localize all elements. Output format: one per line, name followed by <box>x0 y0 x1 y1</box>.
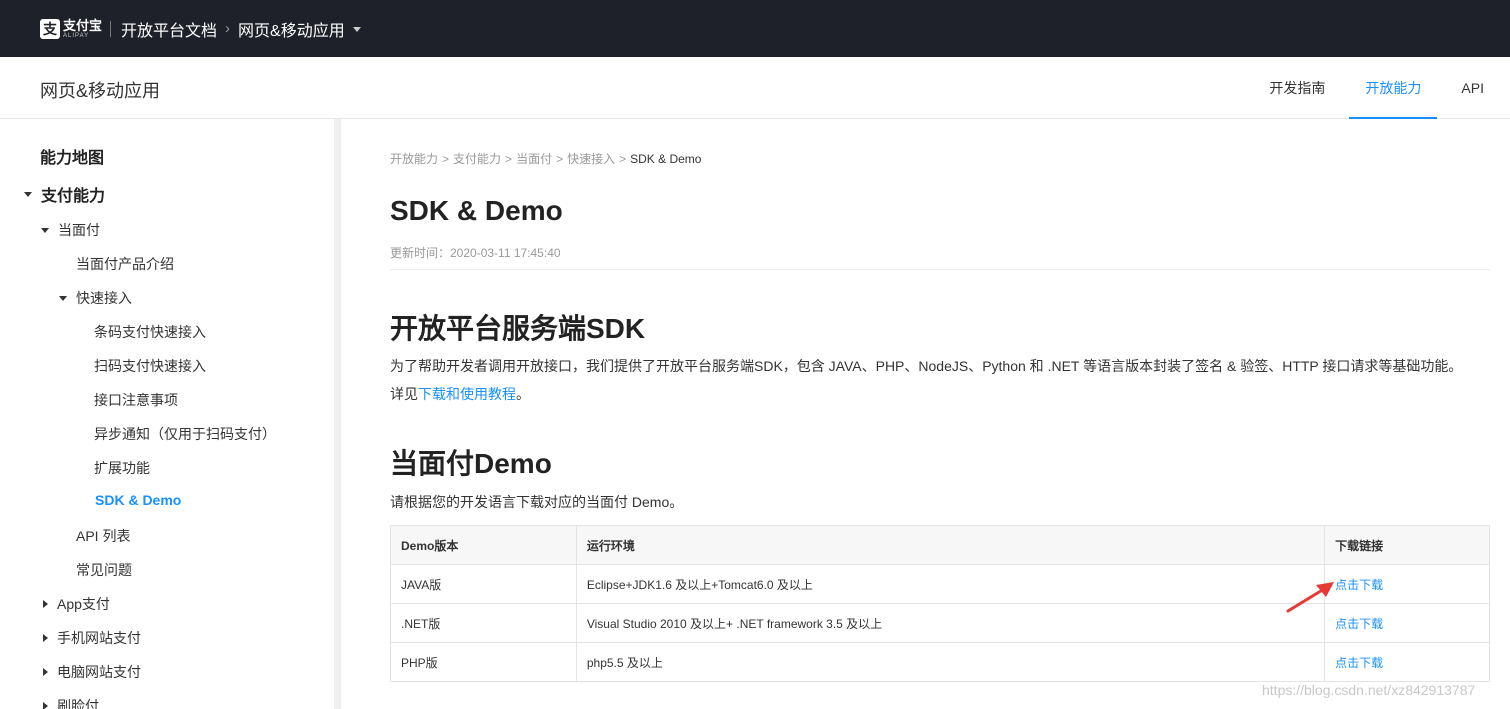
sidebar-item-label: 异步通知（仅用于扫码支付） <box>94 426 276 442</box>
sidebar-item-face-to-face[interactable]: 当面付 <box>41 220 100 240</box>
caret-down-icon <box>41 227 49 233</box>
sidebar-item-sdk-demo[interactable]: SDK & Demo <box>95 492 181 508</box>
breadcrumb-item[interactable]: 快速接入 <box>567 152 615 166</box>
annotation-arrow-icon <box>1286 582 1334 613</box>
product-title: 网页&移动应用 <box>40 81 161 101</box>
caret-down-icon <box>59 295 67 301</box>
tab-api[interactable]: API <box>1445 57 1500 119</box>
sidebar-item-label: 快速接入 <box>76 290 132 306</box>
alipay-logo[interactable]: 支 支付宝 ALIPAY <box>40 17 103 39</box>
sdk-more-suffix: 。 <box>516 386 530 402</box>
cell-env: Visual Studio 2010 及以上+ .NET framework 3… <box>575 603 1326 643</box>
breadcrumb-current: SDK & Demo <box>630 152 702 166</box>
sidebar-item-label: 当面付 <box>58 222 100 238</box>
sidebar-item-label: 接口注意事项 <box>94 392 178 408</box>
cell-version: JAVA版 <box>390 564 577 604</box>
sidebar-item-barcode-pay[interactable]: 条码支付快速接入 <box>94 322 206 342</box>
sidebar-item-payment[interactable]: 支付能力 <box>24 182 105 206</box>
sidebar-item-qrcode-pay[interactable]: 扫码支付快速接入 <box>94 356 206 376</box>
download-link[interactable]: 点击下载 <box>1324 603 1490 643</box>
logo-text-en: ALIPAY <box>63 32 90 39</box>
sidebar-item-async-notify[interactable]: 异步通知（仅用于扫码支付） <box>94 424 276 444</box>
sidebar-item-extensions[interactable]: 扩展功能 <box>94 458 150 478</box>
demo-description: 请根据您的开发语言下载对应的当面付 Demo。 <box>390 494 684 510</box>
breadcrumb-item[interactable]: 支付能力 <box>453 152 501 166</box>
breadcrumb-item[interactable]: 开放能力 <box>390 152 438 166</box>
sidebar-item-label: App支付 <box>57 596 110 612</box>
sidebar-item-label: 支付能力 <box>41 188 106 205</box>
caret-down-icon <box>24 191 32 197</box>
alipay-icon: 支 <box>40 18 60 39</box>
sidebar-item-label: 手机网站支付 <box>57 630 141 646</box>
sidebar-item-label: 扫码支付快速接入 <box>94 358 206 374</box>
sidebar-item-label: 刷脸付 <box>57 698 99 709</box>
sub-header: 网页&移动应用 开发指南 开放能力 API <box>0 57 1510 119</box>
sidebar-item-mobile-web-pay[interactable]: 手机网站支付 <box>43 628 141 648</box>
section-selector[interactable]: 网页&移动应用 <box>238 17 345 41</box>
sidebar-item-label: 能力地图 <box>40 150 105 167</box>
cell-env: Eclipse+JDK1.6 及以上+Tomcat6.0 及以上 <box>575 564 1326 604</box>
sidebar-item-face-pay[interactable]: 刷脸付 <box>43 696 99 709</box>
tab-dev-guide[interactable]: 开发指南 <box>1253 57 1341 119</box>
sdk-more-text: 详见下载和使用教程。 <box>390 384 530 404</box>
product-nav: 开发指南 开放能力 API <box>1253 57 1510 119</box>
top-navbar: 支 支付宝 ALIPAY 开放平台文档 › 网页&移动应用 <box>0 0 1510 57</box>
caret-right-icon <box>43 702 48 709</box>
chevron-down-icon[interactable] <box>352 27 361 32</box>
breadcrumb: 开放能力 > 支付能力 > 当面付 > 快速接入 > SDK & Demo <box>390 150 701 167</box>
sdk-tutorial-link[interactable]: 下载和使用教程 <box>418 386 516 402</box>
sidebar-item-pc-web-pay[interactable]: 电脑网站支付 <box>43 662 141 682</box>
sidebar-item-label: API 列表 <box>76 528 131 544</box>
demo-heading: 当面付Demo <box>390 448 552 479</box>
page-title: SDK & Demo <box>390 195 563 226</box>
download-link[interactable]: 点击下载 <box>1324 642 1490 682</box>
caret-right-icon <box>43 634 48 642</box>
table-header-row: Demo版本 运行环境 下载链接 <box>390 525 1490 565</box>
caret-right-icon <box>43 668 48 676</box>
sidebar-item-label: SDK & Demo <box>95 492 182 508</box>
sidebar-item-quick-start[interactable]: 快速接入 <box>59 288 132 308</box>
chevron-right-icon: › <box>225 20 231 37</box>
logo-divider <box>110 20 112 37</box>
column-header-env: 运行环境 <box>575 525 1326 565</box>
cell-env: php5.5 及以上 <box>575 642 1326 682</box>
column-header-version: Demo版本 <box>390 525 577 565</box>
sidebar-item-label: 当面付产品介绍 <box>76 256 174 272</box>
sidebar-item-label: 条码支付快速接入 <box>94 324 206 340</box>
cell-version: PHP版 <box>390 642 577 682</box>
column-header-download: 下载链接 <box>1324 525 1490 565</box>
sidebar-item-product-intro[interactable]: 当面付产品介绍 <box>76 254 174 274</box>
updated-time: 更新时间：2020-03-11 17:45:40 <box>390 246 561 260</box>
sdk-heading: 开放平台服务端SDK <box>390 313 646 344</box>
sidebar-item-capability-map[interactable]: 能力地图 <box>40 144 104 168</box>
sidebar-scrollbar[interactable] <box>334 119 340 709</box>
sidebar-item-app-pay[interactable]: App支付 <box>43 594 110 614</box>
breadcrumb-item[interactable]: 当面付 <box>516 152 552 166</box>
logo-text-cn: 支付宝 <box>63 17 103 33</box>
main-content: 开放能力 > 支付能力 > 当面付 > 快速接入 > SDK & Demo SDK & Demo… <box>390 119 1490 709</box>
breadcrumb-separator: > <box>505 152 513 166</box>
title-divider <box>390 269 1490 270</box>
download-link[interactable]: 点击下载 <box>1324 564 1490 604</box>
sidebar-item-label: 电脑网站支付 <box>57 664 141 680</box>
sidebar-item-label: 扩展功能 <box>94 460 150 476</box>
docs-home-link[interactable]: 开放平台文档 <box>121 17 217 41</box>
breadcrumb-separator: > <box>442 152 450 166</box>
table-row: PHP版 php5.5 及以上 点击下载 <box>390 642 1490 682</box>
caret-right-icon <box>43 600 48 608</box>
sidebar-item-faq[interactable]: 常见问题 <box>76 560 132 580</box>
tab-open-capability[interactable]: 开放能力 <box>1349 57 1438 119</box>
sidebar: 能力地图 支付能力 当面付 当面付产品介绍 快速接入 条码支付快速接入 扫码支付… <box>0 119 341 709</box>
sidebar-item-label: 常见问题 <box>76 562 132 578</box>
breadcrumb-separator: > <box>556 152 564 166</box>
sidebar-item-api-list[interactable]: API 列表 <box>76 526 130 546</box>
watermark: https://blog.csdn.net/xz842913787 <box>1262 682 1476 698</box>
cell-version: .NET版 <box>390 603 577 643</box>
sidebar-item-api-notes[interactable]: 接口注意事项 <box>94 390 178 410</box>
sdk-description: 为了帮助开发者调用开放接口，我们提供了开放平台服务端SDK，包含 JAVA、PH… <box>390 358 1463 374</box>
breadcrumb-separator: > <box>619 152 627 166</box>
sdk-more-prefix: 详见 <box>390 386 418 402</box>
